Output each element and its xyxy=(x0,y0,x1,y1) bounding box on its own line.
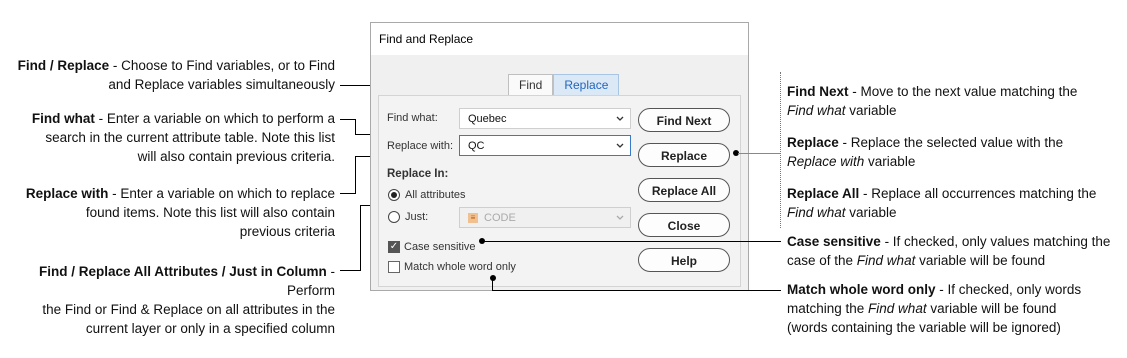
chevron-down-icon xyxy=(616,143,624,148)
leader-line xyxy=(355,119,356,135)
annotation-case-sensitive: Case sensitive - If checked, only values… xyxy=(787,234,1111,268)
annotation-find-replace: Find / Replace - Choose to Find variable… xyxy=(17,58,335,92)
leader-line xyxy=(484,241,781,242)
find-what-combo[interactable]: Quebec xyxy=(459,108,631,129)
field-type-icon: ≡ xyxy=(468,213,478,224)
annotation-replace-all: Replace All - Replace all occurrences ma… xyxy=(787,186,1097,220)
leader-line xyxy=(340,193,356,194)
column-combo[interactable]: ≡ CODE xyxy=(459,207,631,228)
replace-with-value: QC xyxy=(468,140,485,152)
case-sensitive-label: Case sensitive xyxy=(404,241,476,253)
tab-bar: Find Replace xyxy=(508,74,620,96)
find-what-label: Find what: xyxy=(387,112,438,124)
find-what-value: Quebec xyxy=(468,113,507,125)
replace-with-label: Replace with: xyxy=(387,140,454,152)
replace-all-button[interactable]: Replace All xyxy=(638,178,730,202)
replace-in-heading: Replace In: xyxy=(387,168,449,180)
annotation-find-what: Find what - Enter a variable on which to… xyxy=(31,111,335,164)
tab-find[interactable]: Find xyxy=(508,74,554,96)
all-attributes-label: All attributes xyxy=(405,189,466,201)
find-replace-dialog: Find and Replace Find Replace Find what:… xyxy=(370,22,749,291)
leader-line xyxy=(360,205,361,271)
chevron-down-icon xyxy=(616,215,624,220)
just-column-radio[interactable] xyxy=(388,211,400,223)
just-label: Just: xyxy=(405,211,429,223)
chevron-down-icon xyxy=(616,116,624,121)
replace-button[interactable]: Replace xyxy=(638,143,730,167)
annotation-replace-with: Replace with - Enter a variable on which… xyxy=(25,186,335,239)
tab-replace[interactable]: Replace xyxy=(553,74,620,96)
leader-line xyxy=(738,153,780,154)
column-value: CODE xyxy=(484,212,516,224)
annotation-find-next: Find Next - Move to the next value match… xyxy=(787,84,1078,118)
help-button[interactable]: Help xyxy=(638,248,730,272)
case-sensitive-checkbox[interactable]: ✓ xyxy=(388,241,400,253)
annotation-replace-in: Find / Replace All Attributes / Just in … xyxy=(38,264,335,336)
annotation-match-whole-word: Match whole word only - If checked, only… xyxy=(787,282,1082,335)
bracket-dotted-line xyxy=(780,72,781,228)
close-button[interactable]: Close xyxy=(638,213,730,237)
leader-line xyxy=(492,290,781,291)
leader-line xyxy=(340,270,360,271)
leader-line xyxy=(355,156,356,194)
replace-with-combo[interactable]: QC xyxy=(459,135,631,156)
all-attributes-radio[interactable] xyxy=(388,189,400,201)
annotation-replace: Replace - Replace the selected value wit… xyxy=(787,135,1064,169)
find-next-button[interactable]: Find Next xyxy=(638,108,730,132)
leader-dot xyxy=(490,275,496,281)
match-whole-word-label: Match whole word only xyxy=(404,261,516,273)
match-whole-word-checkbox[interactable] xyxy=(388,261,400,273)
dialog-title: Find and Replace xyxy=(371,23,748,55)
leader-line xyxy=(340,119,356,120)
